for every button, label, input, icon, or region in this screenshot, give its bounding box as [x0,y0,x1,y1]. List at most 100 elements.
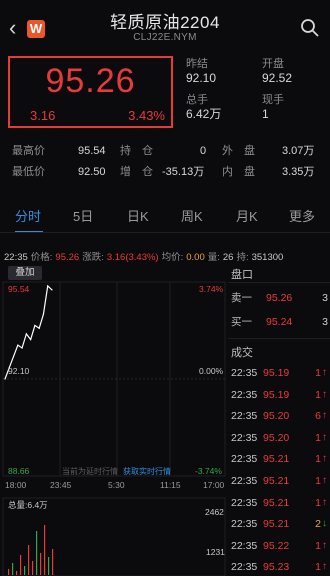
volume-bar [48,557,50,575]
price-point [12,355,15,358]
low-label: 最低价 [12,166,45,178]
last-price-box: 95.26 3.16 3.43% [8,56,173,128]
trade-time: 22:35 [231,518,258,531]
volume-bar [32,561,34,575]
crosshair-infobar: 22:35 价格: 95.26 涨跌: 3.16(3.43%) 均价: 0.00 量: 26 持:… [4,249,330,263]
realtime-link[interactable]: 获取实时行情 [123,466,171,476]
header-bar: ‹ W 轻质原油2204 CLJ22E.NYM [0,0,330,52]
oi-change-value: -35.13万 [162,166,205,178]
symbol-code: CLJ22E.NYM [133,32,197,43]
bid-label: 买一 [231,316,252,328]
tab-intraday[interactable]: 分时 [15,206,41,225]
tab-5day[interactable]: 5日 [73,206,93,225]
volume-bar [36,531,38,575]
bid-row: 买一 95.24 3 [231,314,328,330]
open-label: 开盘 [262,58,284,70]
info-change: 3.16(3.43%) [106,252,159,263]
info-hold-label: 持: [236,252,249,263]
tab-monthly-k[interactable]: 月K [236,206,258,225]
volume-bar [44,525,46,575]
ask-row: 卖一 95.26 3 [231,290,328,306]
axis-bottom-price: 88.66 [8,466,30,476]
price-point [47,285,49,287]
volume-total-label: 总量:6.4万 [8,500,48,510]
overlay-button[interactable]: 叠加 [8,266,42,280]
search-icon[interactable] [300,18,320,38]
time-tick-0: 18:00 [5,480,27,490]
volume-bar [8,569,10,575]
axis-bottom-pct: -3.74% [195,466,222,476]
trade-qty: 1 [315,367,321,379]
ask-qty: 3 [322,292,328,304]
volume-value: 6.42万 [186,107,222,121]
trade-time: 22:35 [231,496,258,509]
tab-more[interactable]: 更多 [289,206,315,225]
volume-tick-mid: 1231 [206,547,225,557]
arrow-up-icon: ↑ [322,431,327,443]
trade-row: 22:35 95.19 1 ↑ [231,363,327,383]
arrow-down-icon: ↓ [322,518,327,530]
trade-price: 95.19 [263,388,290,401]
intraday-chart[interactable]: 95.54 3.74% 92.10 0.00% 88.66 -3.74% 当前为… [0,264,226,576]
info-price: 95.26 [55,252,80,263]
trade-qty: 6 [315,410,321,423]
prev-settle-value: 92.10 [186,71,217,85]
trade-qty: 1 [315,388,321,401]
trade-qty: 1 [315,475,321,487]
arrow-up-icon: ↑ [322,410,327,422]
page-title: 轻质原油2204 [110,13,220,32]
trade-time: 22:35 [231,431,258,444]
price-point [38,327,40,329]
trade-time: 22:35 [231,475,258,487]
trade-time: 22:35 [231,410,258,423]
trade-row: 22:35 95.22 1 ↑ [231,536,327,556]
trade-qty: 1 [315,431,321,444]
trade-price: 95.21 [263,496,290,509]
info-change-label: 涨跌: [82,252,104,263]
volume-bar [20,555,22,575]
arrow-up-icon: ↑ [322,496,327,508]
current-volume-label: 现手 [262,94,284,106]
volume-bar [40,553,42,575]
inner-value: 3.35万 [282,166,315,178]
price-point [30,338,32,341]
trade-time: 22:35 [231,561,258,574]
arrow-up-icon: ↑ [322,539,327,551]
arrow-up-icon: ↑ [322,561,327,573]
outer-label: 外 盘 [222,145,255,157]
volume-stat: 总手 6.42万 [186,94,221,122]
trade-price: 95.20 [263,431,290,444]
volume-bar [28,545,30,575]
volume-bars [8,525,54,575]
volume-bar [12,563,14,575]
current-volume-stat: 现手 1 [262,94,284,122]
trade-row: 22:35 95.21 1 ↑ [231,449,327,469]
price-point [25,333,27,335]
arrow-up-icon: ↑ [322,388,327,400]
current-volume-value: 1 [262,107,269,121]
prev-settle-label: 昨结 [186,58,208,70]
trade-qty: 1 [315,496,321,509]
arrow-up-icon: ↑ [322,475,327,486]
volume-bar [16,571,18,575]
info-price-label: 价格: [30,252,53,263]
prev-settle-stat: 昨结 92.10 [186,58,216,86]
period-tabs: 分时 5日 日K 周K 月K 更多 [0,206,330,233]
price-point [17,344,19,346]
trade-row: 22:35 95.20 6 ↑ [231,406,327,426]
trade-row: 22:35 95.21 1 ↑ [231,493,327,513]
trade-price: 95.21 [263,475,290,487]
price-point [4,378,6,380]
trade-price: 95.21 [263,453,290,466]
trade-time: 22:35 [231,453,258,466]
trade-row: 22:35 95.23 1 ↑ [231,557,327,576]
oi-change-label: 增 仓 [120,166,153,178]
order-book-title: 盘口 [231,269,253,281]
info-avg: 0.00 [186,252,205,263]
tab-daily-k[interactable]: 日K [127,206,149,225]
info-vol-label: 量: [207,252,220,263]
trade-price: 95.20 [263,410,290,423]
axis-top-pct: 3.74% [199,284,224,294]
info-vol: 26 [222,252,234,263]
tab-weekly-k[interactable]: 周K [181,206,203,225]
